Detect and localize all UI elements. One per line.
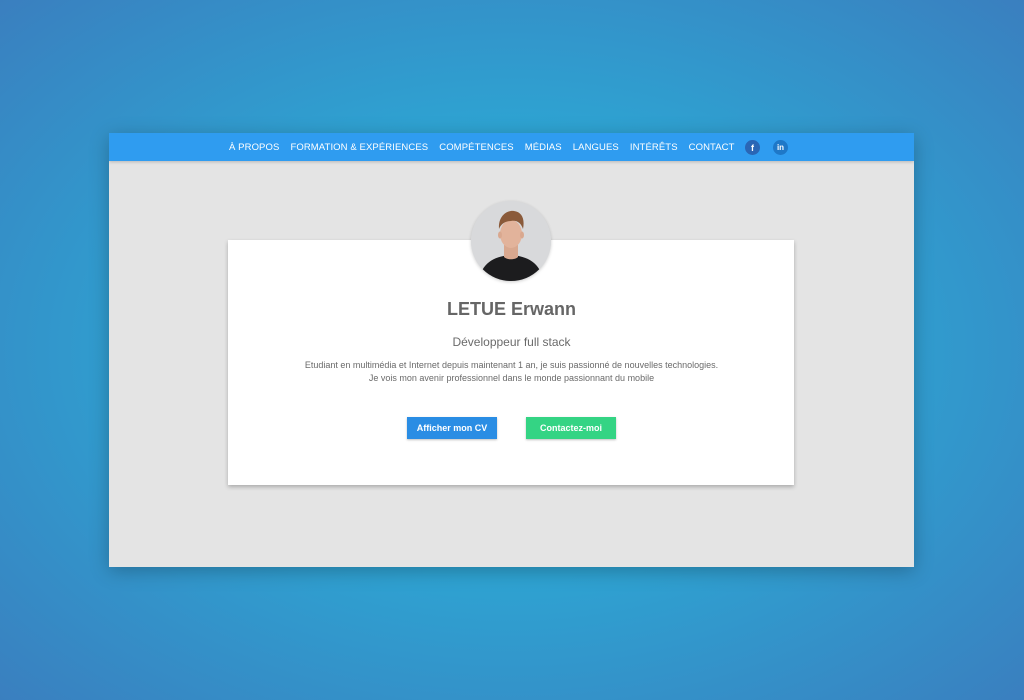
social-links: f in: [745, 140, 801, 155]
profile-name: LETUE Erwann: [446, 299, 576, 319]
description-line-2: Je vois mon avenir professionnel dans le…: [368, 373, 655, 383]
show-cv-button[interactable]: Afficher mon CV: [407, 417, 497, 439]
linkedin-icon[interactable]: in: [773, 140, 788, 155]
nav-item-langues[interactable]: LANGUES: [573, 142, 619, 153]
browser-window: À PROPOS FORMATION & EXPÉRIENCES COMPÉTE…: [109, 133, 914, 567]
avatar: [471, 201, 551, 281]
nav-item-formation[interactable]: FORMATION & EXPÉRIENCES: [290, 142, 428, 153]
description-line-1: Etudiant en multimédia et Internet depui…: [304, 360, 719, 370]
profile-role: Développeur full stack: [452, 335, 571, 349]
avatar-photo: [471, 201, 551, 281]
nav-item-competences[interactable]: COMPÉTENCES: [439, 142, 513, 153]
facebook-icon[interactable]: f: [745, 140, 760, 155]
top-navbar: À PROPOS FORMATION & EXPÉRIENCES COMPÉTE…: [109, 133, 914, 161]
nav-item-interets[interactable]: INTÉRÊTS: [630, 142, 678, 153]
nav-menu: À PROPOS FORMATION & EXPÉRIENCES COMPÉTE…: [229, 133, 746, 161]
profile-description: Etudiant en multimédia et Internet depui…: [109, 359, 914, 385]
nav-item-contact[interactable]: CONTACT: [689, 142, 735, 153]
nav-item-a-propos[interactable]: À PROPOS: [229, 142, 279, 153]
contact-me-button[interactable]: Contactez-moi: [526, 417, 616, 439]
nav-item-medias[interactable]: MÉDIAS: [525, 142, 562, 153]
